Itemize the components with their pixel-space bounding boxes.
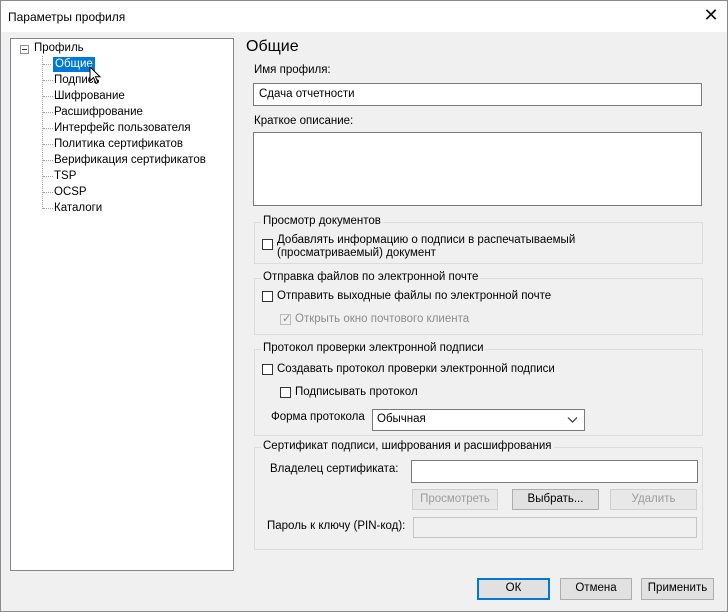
mouse-cursor-icon (89, 66, 102, 85)
send-output-label: Отправить выходные файлы по электронной … (277, 290, 552, 302)
send-output-checkbox[interactable] (262, 291, 273, 302)
email-group-title: Отправка файлов по электронной почте (261, 271, 481, 283)
description-textarea[interactable] (253, 132, 702, 206)
certificate-group: Сертификат подписи, шифрования и расшифр… (254, 440, 703, 550)
tree-branch (43, 112, 53, 113)
tree-item-tsp[interactable]: TSP (54, 169, 76, 184)
ok-button[interactable]: ОК (477, 578, 550, 600)
tree-item-catalogs[interactable]: Каталоги (54, 201, 102, 216)
close-icon[interactable]: ✕ (699, 4, 723, 28)
tree-branch (43, 160, 53, 161)
tree-item-decryption[interactable]: Расшифрование (54, 105, 143, 120)
tree-item-ocsp[interactable]: OCSP (54, 185, 87, 200)
pin-input[interactable] (413, 517, 697, 538)
tree-root-profile[interactable]: Профиль (34, 41, 84, 56)
cancel-button[interactable]: Отмена (560, 578, 632, 600)
tree-item-cert-policy[interactable]: Политика сертификатов (54, 137, 183, 152)
profile-name-value: Сдача отчетности (259, 88, 355, 100)
tree-branch (43, 144, 53, 145)
cert-owner-input[interactable] (411, 460, 698, 483)
create-protocol-label: Создавать протокол проверки электронной … (277, 363, 555, 375)
description-label: Краткое описание: (254, 115, 354, 127)
add-sig-info-label-line1: Добавлять информацию о подписи в распеча… (277, 234, 576, 246)
pin-label: Пароль к ключу (PIN-код): (267, 520, 406, 532)
open-mail-client-checkbox[interactable]: ✓ (280, 313, 292, 325)
tree-branch (43, 80, 53, 81)
profile-name-input[interactable]: Сдача отчетности (253, 83, 702, 106)
tree-item-encryption[interactable]: Шифрование (54, 89, 125, 104)
tree-item-user-interface[interactable]: Интерфейс пользователя (54, 121, 191, 136)
sign-protocol-label: Подписывать протокол (295, 386, 418, 398)
view-docs-group: Просмотр документов Добавлять информацию… (254, 215, 703, 264)
checkmark-icon: ✓ (282, 313, 292, 325)
apply-button[interactable]: Применить (641, 578, 714, 600)
title-bar: Параметры профиля ✕ (1, 1, 727, 32)
chevron-down-icon (567, 417, 578, 423)
sign-protocol-checkbox[interactable] (280, 387, 291, 398)
protocol-group-title: Протокол проверки электронной подписи (261, 342, 486, 354)
profile-settings-dialog: Параметры профиля ✕ Профиль Общие Подпис… (0, 0, 728, 612)
tree-item-cert-verification[interactable]: Верификация сертификатов (54, 153, 206, 168)
protocol-group: Протокол проверки электронной подписи Со… (254, 342, 703, 436)
email-group: Отправка файлов по электронной почте Отп… (254, 271, 703, 335)
profile-name-label: Имя профиля: (254, 64, 331, 76)
collapse-icon[interactable] (20, 45, 29, 54)
page-title: Общие (246, 38, 299, 55)
settings-tree: Профиль Общие Подпись Шифрование Расшифр… (10, 38, 234, 571)
protocol-form-select[interactable]: Обычная (372, 409, 585, 431)
tree-branch (43, 96, 53, 97)
tree-branch (43, 128, 53, 129)
tree-branch (43, 208, 53, 209)
view-docs-group-title: Просмотр документов (261, 215, 383, 227)
delete-cert-button[interactable]: Удалить (610, 489, 697, 510)
open-mail-client-label: Открыть окно почтового клиента (295, 313, 470, 325)
tree-branch (43, 192, 53, 193)
create-protocol-checkbox[interactable] (262, 364, 273, 375)
view-cert-button[interactable]: Просмотреть (412, 489, 498, 510)
protocol-form-label: Форма протокола (271, 411, 365, 423)
add-sig-info-label-line2: (просматриваемый) документ (277, 247, 436, 259)
cert-owner-label: Владелец сертификата: (270, 463, 399, 475)
tree-guide-line (42, 56, 43, 209)
select-cert-button[interactable]: Выбрать... (512, 489, 599, 510)
tree-branch (43, 64, 53, 65)
protocol-form-value: Обычная (377, 413, 426, 425)
tree-branch (43, 176, 53, 177)
certificate-group-title: Сертификат подписи, шифрования и расшифр… (261, 440, 554, 452)
window-title: Параметры профиля (8, 10, 126, 24)
add-sig-info-checkbox[interactable] (262, 239, 273, 250)
